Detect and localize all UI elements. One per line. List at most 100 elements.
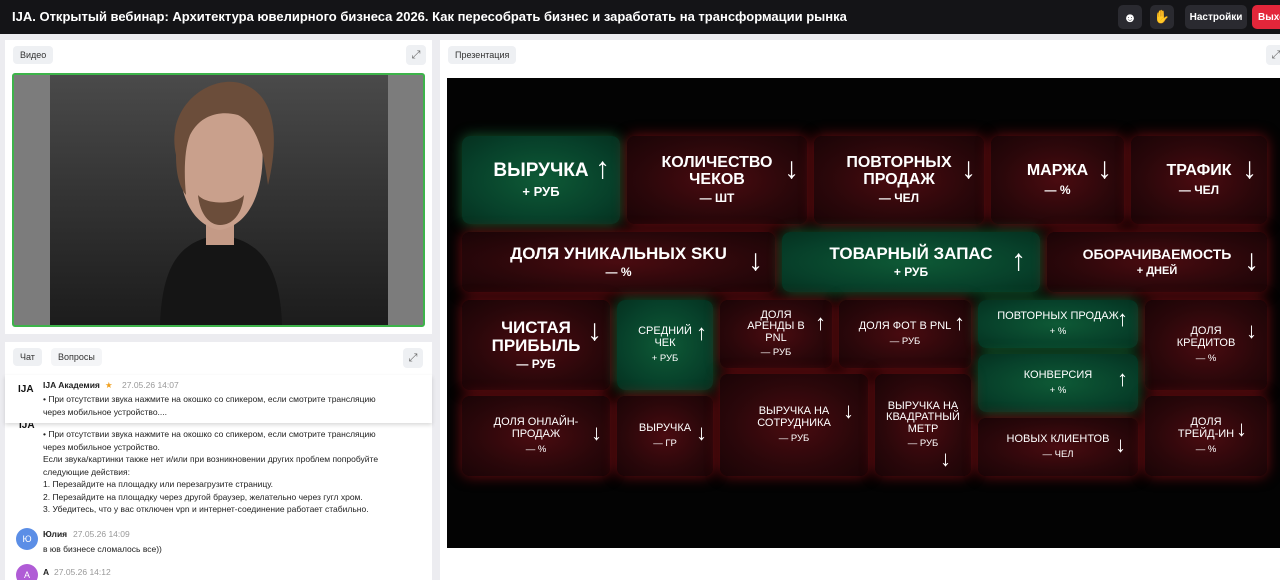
tile-sub: — ЧЕЛ xyxy=(1178,182,1220,197)
exit-button[interactable]: Выхо xyxy=(1252,5,1280,29)
message-time: 27.05.26 14:07 xyxy=(122,380,179,390)
tile-title: ДОЛЯ ФОТ В PNL xyxy=(858,320,952,333)
tile-sub: + РУБ xyxy=(893,265,929,280)
tile-revenue-gram: ВЫРУЧКА — ГР ↓ xyxy=(617,396,713,476)
tile-sub: — РУБ xyxy=(760,347,792,359)
tile-sub: — РУБ xyxy=(889,335,921,347)
tile-title: ДОЛЯ КРЕДИТОВ xyxy=(1176,325,1236,349)
message-line: 2. Перезайдите на площадку через другой … xyxy=(43,491,363,502)
tile-revenue-per-employee: ВЫРУЧКА НА СОТРУДНИКА — РУБ ↓ xyxy=(720,374,868,476)
raise-hand-icon[interactable]: ✋ xyxy=(1150,5,1174,29)
tile-margin: МАРЖА — % ↓ xyxy=(991,136,1124,224)
tile-title: ВЫРУЧКА НА КВАДРАТНЫЙ МЕТР xyxy=(886,399,960,435)
arrow-up-icon: ↑ xyxy=(595,152,610,185)
tile-traffic: ТРАФИК — ЧЕЛ ↓ xyxy=(1131,136,1267,224)
tile-sub: + РУБ xyxy=(651,352,679,364)
tile-title: ДОЛЯ АРЕНДЫ В PNL xyxy=(747,308,805,344)
arrow-down-icon: ↓ xyxy=(696,420,707,445)
video-label: Видео xyxy=(13,46,54,64)
tile-title: ТРАФИК xyxy=(1166,162,1232,180)
arrow-down-icon: ↓ xyxy=(961,152,976,185)
speaker-figure xyxy=(160,81,282,325)
message-author: IJA Академия xyxy=(43,380,100,390)
arrow-down-icon: ↓ xyxy=(843,398,854,423)
tile-repeat-sales-percent: ПОВТОРНЫХ ПРОДАЖ + % ↑ xyxy=(978,300,1138,348)
tab-questions[interactable]: Вопросы xyxy=(51,348,102,366)
arrow-down-icon: ↓ xyxy=(1242,152,1257,185)
expand-video-icon[interactable]: ⤢ xyxy=(406,45,426,65)
arrow-up-icon: ↑ xyxy=(696,320,707,345)
tile-payroll-share: ДОЛЯ ФОТ В PNL — РУБ ↑ xyxy=(839,300,971,368)
arrow-down-icon: ↓ xyxy=(940,446,951,471)
tile-title: ОБОРАЧИВАЕМОСТЬ xyxy=(1082,246,1232,263)
message-line: следующие действия: xyxy=(43,466,130,477)
avatar[interactable]: А xyxy=(16,564,38,580)
tile-unique-sku: ДОЛЯ УНИКАЛЬНЫХ SKU — % ↓ xyxy=(462,232,775,292)
arrow-up-icon: ↑ xyxy=(1011,244,1026,277)
star-icon: ★ xyxy=(105,380,113,390)
top-bar: IJA. Открытый вебинар: Архитектура ювели… xyxy=(0,0,1280,34)
ija-logo: IJA xyxy=(18,384,34,395)
tile-sub: + РУБ xyxy=(522,183,560,199)
smile-icon[interactable]: ☻ xyxy=(1118,5,1142,29)
tile-revenue: ВЫРУЧКА + РУБ ↑ xyxy=(462,136,620,224)
expand-chat-icon[interactable]: ⤢ xyxy=(403,348,423,368)
arrow-down-icon: ↓ xyxy=(784,152,799,185)
tile-sub: — % xyxy=(525,443,547,455)
message-line: через мобильное устройство.... xyxy=(43,406,168,417)
tab-chat[interactable]: Чат xyxy=(13,348,42,366)
arrow-down-icon: ↓ xyxy=(587,314,602,347)
tile-sub: — ГР xyxy=(653,437,677,449)
tile-sub: — % xyxy=(1044,182,1071,197)
tile-title: ДОЛЯ ТРЕЙД-ИН xyxy=(1177,416,1235,440)
arrow-up-icon: ↑ xyxy=(1117,366,1128,391)
pinned-message[interactable]: IJA IJA Академия ★ 27.05.26 14:07 • При … xyxy=(5,375,432,423)
tile-title: ДОЛЯ ОНЛАЙН-ПРОДАЖ xyxy=(493,416,579,440)
video-stream[interactable] xyxy=(12,73,425,327)
tile-repeat-sales: ПОВТОРНЫХ ПРОДАЖ — ЧЕЛ ↓ xyxy=(814,136,984,224)
tile-sub: — ЧЕЛ xyxy=(1042,448,1074,460)
message-time: 27.05.26 14:09 xyxy=(73,529,130,539)
tile-title: ВЫРУЧКА xyxy=(638,422,692,435)
tile-conversion: КОНВЕРСИЯ + % ↑ xyxy=(978,354,1138,412)
message-time: 27.05.26 14:12 xyxy=(54,567,111,577)
avatar[interactable]: Ю xyxy=(16,528,38,550)
arrow-up-icon: ↑ xyxy=(815,310,826,335)
tile-sub: — РУБ xyxy=(516,357,556,372)
arrow-down-icon: ↓ xyxy=(1115,432,1126,457)
tile-title: ЧИСТАЯ ПРИБЫЛЬ xyxy=(491,317,581,355)
arrow-down-icon: ↓ xyxy=(1246,318,1257,343)
arrow-down-icon: ↓ xyxy=(1244,244,1259,277)
tile-sub: — % xyxy=(605,265,632,280)
message-line: • При отсутствии звука нажмите на окошко… xyxy=(43,394,376,404)
tile-title: МАРЖА xyxy=(1026,162,1089,180)
tile-inventory: ТОВАРНЫЙ ЗАПАС + РУБ ↑ xyxy=(782,232,1040,292)
tile-revenue-per-sqm: ВЫРУЧКА НА КВАДРАТНЫЙ МЕТР — РУБ ↓ xyxy=(875,374,971,476)
tile-average-receipt: СРЕДНИЙ ЧЕК + РУБ ↑ xyxy=(617,300,713,390)
tile-title: ПОВТОРНЫХ ПРОДАЖ xyxy=(997,310,1119,323)
tile-sub: — % xyxy=(1195,352,1217,364)
tile-sub: — РУБ xyxy=(907,438,939,450)
tile-title: КОНВЕРСИЯ xyxy=(1023,369,1093,382)
message-text: в юв бизнесе сломалось все)) xyxy=(43,544,162,554)
arrow-up-icon: ↑ xyxy=(954,310,965,335)
tile-turnover: ОБОРАЧИВАЕМОСТЬ + ДНЕЙ ↓ xyxy=(1047,232,1267,292)
arrow-down-icon: ↓ xyxy=(1097,152,1112,185)
tile-new-clients: НОВЫХ КЛИЕНТОВ — ЧЕЛ ↓ xyxy=(978,418,1138,476)
arrow-down-icon: ↓ xyxy=(591,420,602,445)
tile-online-sales-share: ДОЛЯ ОНЛАЙН-ПРОДАЖ — % ↓ xyxy=(462,396,610,476)
message-line: • При отсутствии звука нажмите на окошко… xyxy=(43,429,376,439)
expand-presentation-icon[interactable]: ⤢ xyxy=(1266,45,1280,65)
tile-title: ТОВАРНЫЙ ЗАПАС xyxy=(829,243,993,263)
tile-sub: — ЧЕЛ xyxy=(878,191,920,206)
tile-net-profit: ЧИСТАЯ ПРИБЫЛЬ — РУБ ↓ xyxy=(462,300,610,390)
message-author: Юлия xyxy=(43,529,68,539)
tile-sub: + % xyxy=(1049,325,1067,337)
tile-trade-in-share: ДОЛЯ ТРЕЙД-ИН — % ↓ xyxy=(1145,396,1267,476)
tile-title: ВЫРУЧКА xyxy=(493,160,589,182)
message-line: Если звука/картинки также нет и/или при … xyxy=(43,454,379,464)
settings-button[interactable]: Настройки xyxy=(1185,5,1247,29)
tile-title: ПОВТОРНЫХ ПРОДАЖ xyxy=(846,153,952,188)
presentation-slide: ВЫРУЧКА + РУБ ↑ КОЛИЧЕСТВО ЧЕКОВ — ШТ ↓ … xyxy=(447,78,1280,548)
arrow-down-icon: ↓ xyxy=(748,244,763,277)
